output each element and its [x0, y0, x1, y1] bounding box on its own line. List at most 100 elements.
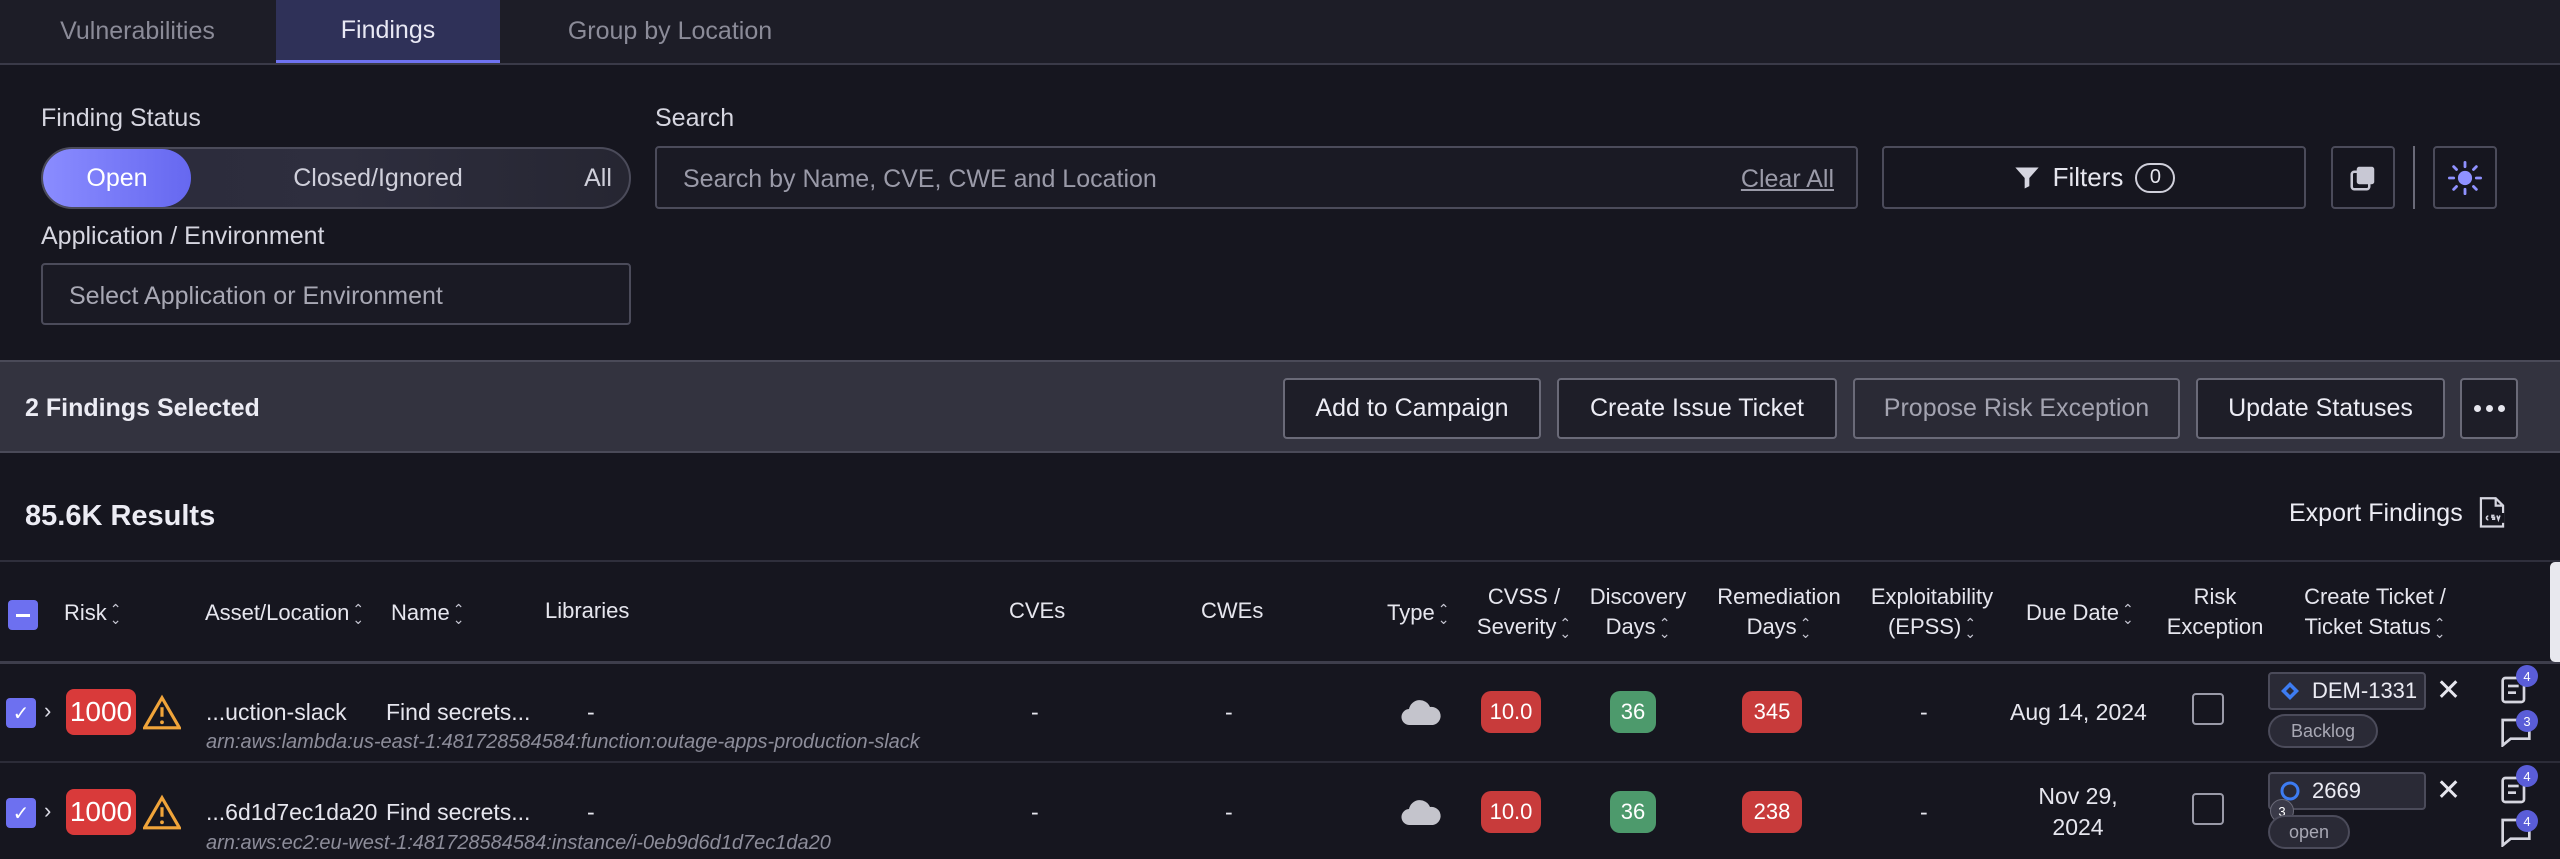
app-env-select[interactable]: Select Application or Environment: [41, 263, 631, 325]
warning-icon: [143, 694, 181, 730]
cwes-value: -: [1225, 799, 1233, 825]
row-checkbox[interactable]: ✓: [6, 798, 36, 828]
sort-icon: ⌃ ⌄: [109, 601, 122, 628]
status-all-option[interactable]: All: [533, 149, 663, 207]
finding-status-label: Finding Status: [41, 104, 201, 132]
finding-name[interactable]: Find secrets...: [386, 699, 530, 726]
header-cvss-severity[interactable]: CVSS / Severity ⌃ ⌄: [1470, 582, 1578, 642]
sort-icon: ⌃ ⌄: [1964, 615, 1977, 642]
app-env-placeholder: Select Application or Environment: [69, 282, 443, 310]
insights-button[interactable]: [2433, 146, 2497, 209]
header-cves: CVEs: [1009, 598, 1066, 623]
header-exploitability-epss[interactable]: Exploitability (EPSS) ⌃ ⌄: [1862, 582, 2002, 642]
more-icon: [2473, 405, 2505, 412]
asset-arn: arn:aws:ec2:eu-west-1:481728584584:insta…: [206, 832, 831, 854]
ticket-link[interactable]: DEM-1331: [2268, 672, 2426, 710]
tab-bar: Vulnerabilities Findings Group by Locati…: [0, 0, 2560, 65]
copy-button[interactable]: [2331, 146, 2395, 209]
cves-value: -: [1031, 799, 1039, 825]
header-due-date[interactable]: Due Date ⌃ ⌄: [2026, 598, 2134, 628]
toolbar-divider: [2413, 146, 2415, 209]
search-input[interactable]: Search by Name, CVE, CWE and Location Cl…: [655, 146, 1858, 209]
epss-value: -: [1920, 699, 1928, 725]
warning-icon: [143, 794, 181, 830]
risk-exception-checkbox[interactable]: [2192, 693, 2224, 725]
table-row[interactable]: ✓ › 1000 ...uction-slack arn:aws:lambda:…: [0, 665, 2560, 763]
sort-icon: ⌃ ⌄: [1559, 615, 1572, 642]
libraries-value: -: [587, 799, 595, 825]
epss-value: -: [1920, 799, 1928, 825]
remove-ticket-icon[interactable]: ✕: [2436, 673, 2461, 708]
header-libraries: Libraries: [545, 598, 630, 623]
notes-count-badge: 4: [2516, 665, 2538, 687]
results-count: 85.6K Results: [25, 500, 216, 532]
clear-all-link[interactable]: Clear All: [1741, 165, 1834, 194]
findings-table-header: Risk ⌃ ⌄ Asset/Location ⌃ ⌄ Name ⌃ ⌄ Libraries…: [0, 560, 2560, 664]
due-date: Nov 29, 2024: [2038, 783, 2118, 840]
status-open-option[interactable]: Open: [43, 149, 191, 207]
findings-selected-text: 2 Findings Selected: [25, 394, 260, 422]
expand-chevron-icon[interactable]: ›: [44, 698, 51, 724]
remediation-days-badge: 345: [1742, 691, 1802, 733]
header-discovery-days[interactable]: Discovery Days ⌃ ⌄: [1582, 582, 1694, 642]
header-type[interactable]: Type ⌃ ⌄: [1387, 598, 1449, 628]
filters-button[interactable]: Filters 0: [1882, 146, 2306, 209]
asset-arn: arn:aws:lambda:us-east-1:481728584584:fu…: [206, 731, 920, 753]
ticket-status-badge: Backlog: [2268, 714, 2378, 748]
app-env-label: Application / Environment: [41, 222, 325, 250]
add-to-campaign-button[interactable]: Add to Campaign: [1283, 378, 1541, 439]
tab-group-by-location[interactable]: Group by Location: [501, 0, 839, 63]
comments-count-badge: 3: [2516, 710, 2538, 732]
comments-count-badge: 4: [2516, 810, 2538, 832]
lightbulb-icon: [2448, 160, 2482, 195]
cwes-value: -: [1225, 699, 1233, 725]
copy-icon: [2350, 166, 2375, 190]
header-remediation-days[interactable]: Remediation Days ⌃ ⌄: [1710, 582, 1848, 642]
table-row[interactable]: ✓ › 1000 ...6d1d7ec1da20 arn:aws:ec2:eu-…: [0, 765, 2560, 859]
cloud-icon: [1401, 800, 1441, 826]
selection-bar: 2 Findings Selected Add to Campaign Crea…: [0, 360, 2560, 453]
ticket-status-badge: open: [2268, 815, 2350, 849]
header-risk-exception: Risk Exception: [2166, 584, 2264, 639]
discovery-days-badge: 36: [1610, 791, 1656, 833]
discovery-days-badge: 36: [1610, 691, 1656, 733]
risk-score-badge: 1000: [66, 789, 136, 835]
risk-exception-checkbox[interactable]: [2192, 793, 2224, 825]
tab-findings[interactable]: Findings: [276, 0, 500, 63]
sort-icon: ⌃ ⌄: [2433, 615, 2446, 642]
ticket-id: DEM-1331: [2312, 678, 2418, 703]
cvss-severity-badge: 10.0: [1481, 691, 1541, 733]
scrollbar-thumb[interactable]: [2550, 562, 2560, 662]
expand-chevron-icon[interactable]: ›: [44, 798, 51, 824]
sort-icon: ⌃ ⌄: [2121, 601, 2134, 628]
libraries-value: -: [587, 699, 595, 725]
more-actions-button[interactable]: [2460, 378, 2518, 439]
create-issue-ticket-button[interactable]: Create Issue Ticket: [1557, 378, 1837, 439]
jira-icon: [2281, 682, 2299, 700]
header-risk[interactable]: Risk ⌃ ⌄: [64, 598, 122, 628]
remove-ticket-icon[interactable]: ✕: [2436, 773, 2461, 808]
row-checkbox[interactable]: ✓: [6, 698, 36, 728]
filters-label: Filters: [2052, 162, 2124, 192]
funnel-icon: [2014, 167, 2039, 188]
csv-file-icon: [2479, 497, 2505, 528]
sort-icon: ⌃ ⌄: [1437, 601, 1450, 628]
risk-score-badge: 1000: [66, 689, 136, 735]
finding-status-toggle: Open Closed/Ignored All: [41, 147, 631, 209]
ticket-id: 2669: [2312, 778, 2361, 803]
finding-name[interactable]: Find secrets...: [386, 799, 530, 826]
status-closed-ignored-option[interactable]: Closed/Ignored: [203, 149, 553, 207]
asset-location[interactable]: ...uction-slack: [206, 699, 347, 726]
update-statuses-button[interactable]: Update Statuses: [2196, 378, 2445, 439]
header-cwes: CWEs: [1201, 598, 1264, 623]
export-findings-button[interactable]: Export Findings: [2289, 497, 2507, 529]
header-asset-location[interactable]: Asset/Location ⌃ ⌄: [205, 598, 364, 628]
filters-count-badge: 0: [2135, 162, 2176, 193]
header-name[interactable]: Name ⌃ ⌄: [391, 598, 464, 628]
cvss-severity-badge: 10.0: [1481, 791, 1541, 833]
asset-location[interactable]: ...6d1d7ec1da20: [206, 799, 377, 826]
tab-vulnerabilities[interactable]: Vulnerabilities: [0, 0, 275, 63]
header-create-ticket-status[interactable]: Create Ticket / Ticket Status ⌃ ⌄: [2286, 582, 2464, 642]
propose-risk-exception-button[interactable]: Propose Risk Exception: [1853, 378, 2180, 439]
select-all-checkbox[interactable]: [8, 600, 38, 630]
